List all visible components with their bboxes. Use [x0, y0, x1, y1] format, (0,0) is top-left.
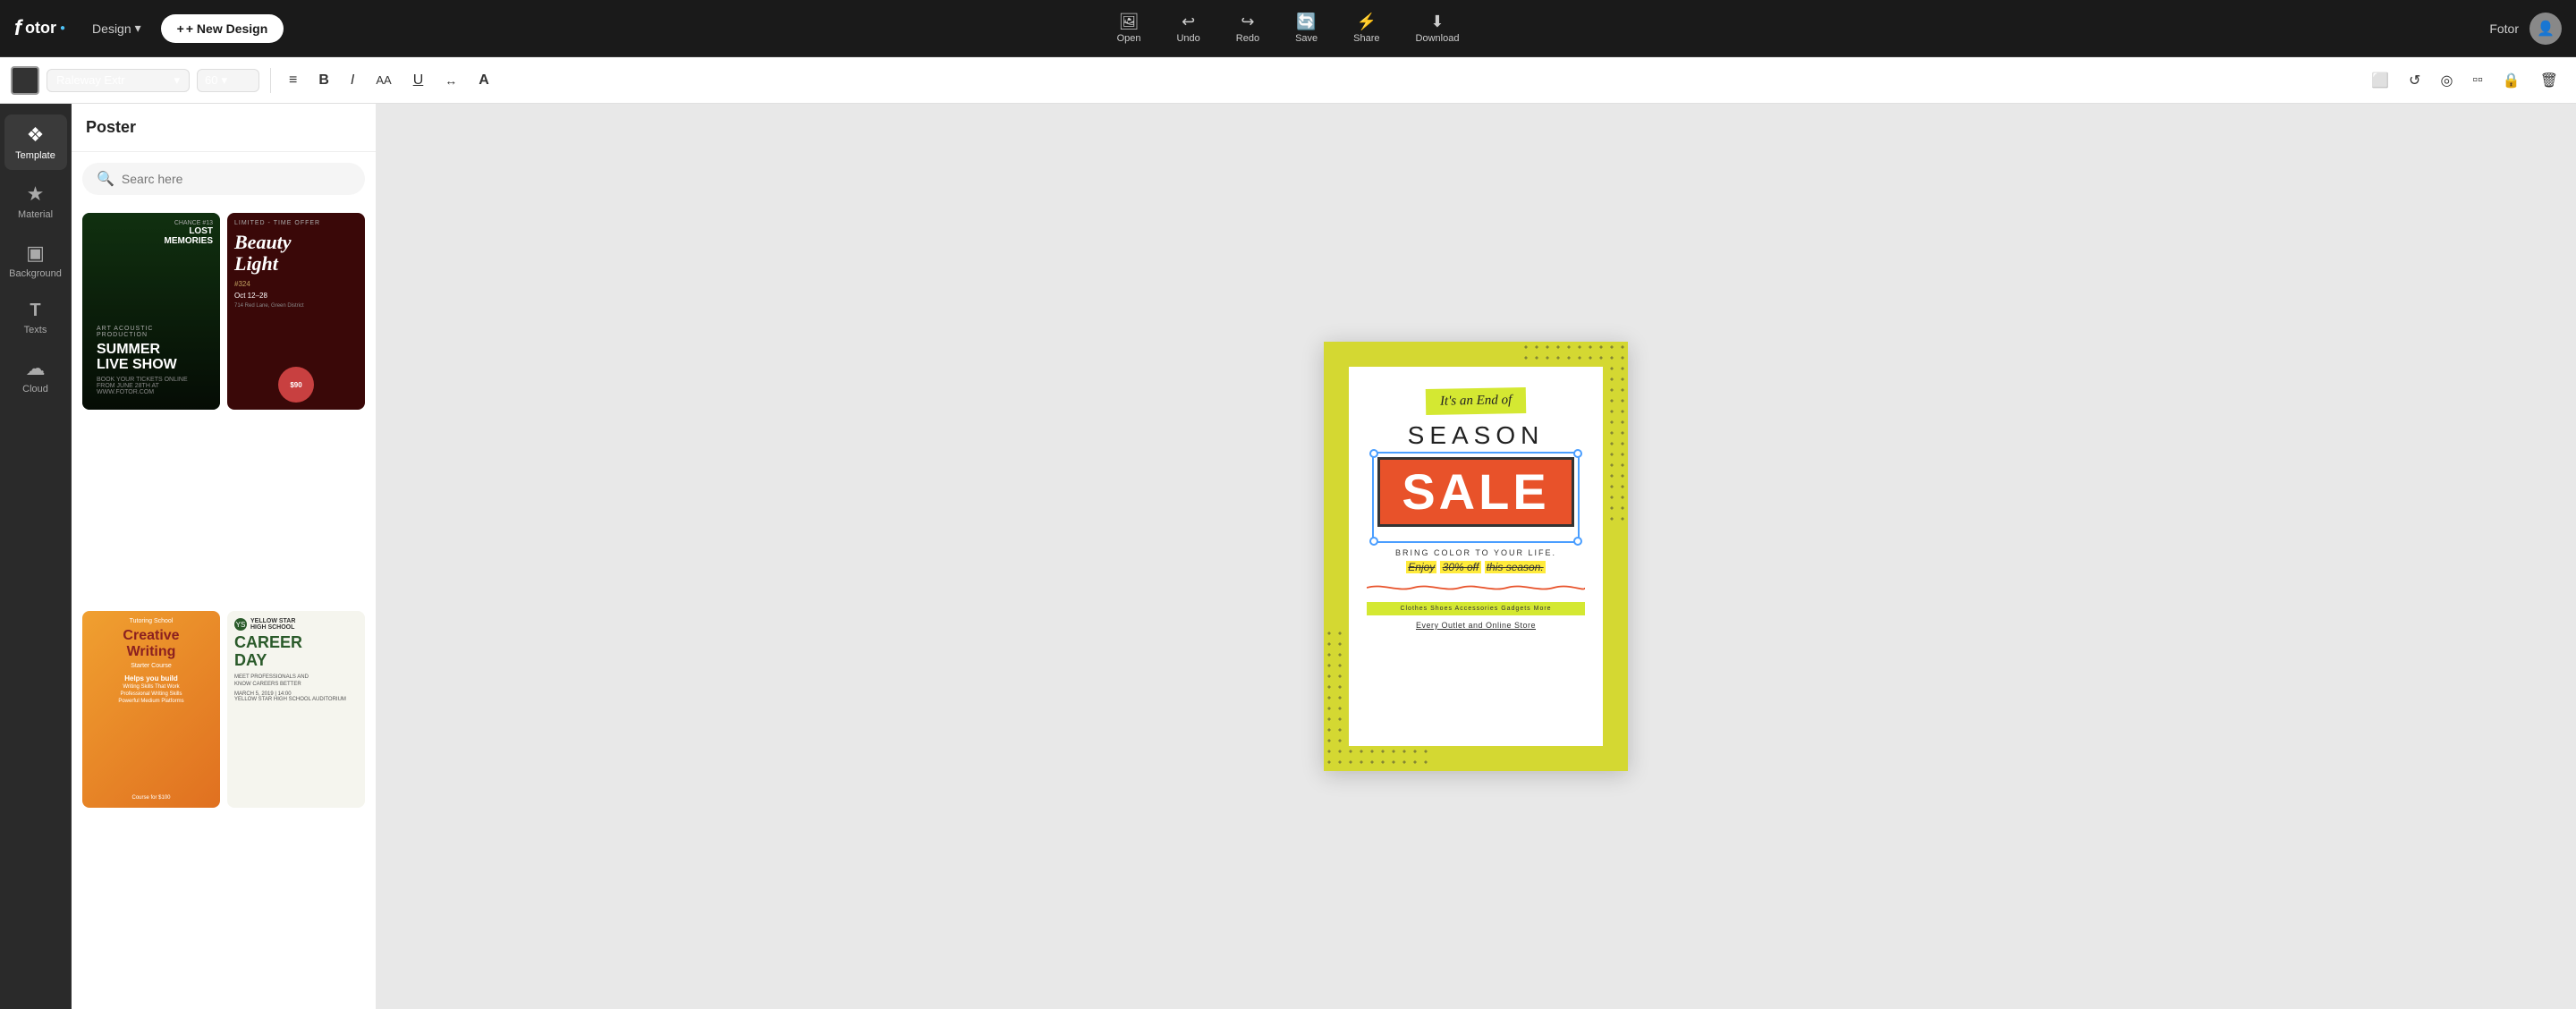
plus-icon: +	[177, 21, 184, 36]
rotate-icon: ↺	[2409, 72, 2420, 89]
handle-br[interactable]	[1573, 537, 1582, 546]
undo-icon: ↩	[1182, 13, 1195, 31]
divider-1	[270, 68, 271, 93]
cloud-icon: ☁	[26, 357, 46, 380]
discount-text: 30% off	[1440, 561, 1482, 573]
sidebar-item-template[interactable]: ❖ Template	[4, 114, 67, 170]
material-icon: ★	[27, 182, 45, 206]
toolbar-right-actions: ⬜ ↺ ◎ ▫▫ 🔒 🗑	[2364, 68, 2565, 93]
lock-button[interactable]: 🔒	[2496, 68, 2528, 93]
main-layout: ❖ Template ★ Material ▣ Background T Tex…	[0, 104, 2576, 1009]
sidebar-item-material[interactable]: ★ Material	[4, 174, 67, 229]
template-item-beauty[interactable]: LIMITED - TIME OFFER BeautyLight #324 Oc…	[227, 213, 365, 410]
save-button[interactable]: 🔄 Save	[1288, 9, 1325, 47]
logo-dot: ●	[60, 23, 65, 33]
nav-right: Fotor 👤	[2489, 13, 2562, 45]
top-nav: f otor ● Design ▾ + + New Design 🖼 Open …	[0, 0, 2576, 57]
crop-button[interactable]: ◎	[2433, 68, 2460, 93]
open-icon: 🖼	[1119, 13, 1140, 31]
new-design-button[interactable]: + + New Design	[161, 14, 284, 43]
rotate-button[interactable]: ↺	[2402, 68, 2428, 93]
redo-icon: ↪	[1241, 13, 1254, 31]
text-align-button[interactable]: ≡	[282, 69, 304, 92]
undo-button[interactable]: ↩ Undo	[1169, 9, 1207, 47]
letter-spacing-button[interactable]: ↔	[437, 70, 464, 91]
every-outlet: Every Outlet and Online Store	[1416, 621, 1536, 630]
sidebar-item-cloud[interactable]: ☁ Cloud	[4, 348, 67, 403]
template-grid: ART ACOUSTIC PRODUCTION SUMMERLIVE SHOW …	[72, 206, 376, 1009]
align-icon: ≡	[289, 72, 297, 89]
font-size-aa-button[interactable]: AA	[369, 70, 398, 90]
chevron-down-icon: ▾	[174, 73, 180, 88]
duplicate-icon: ⬜	[2371, 72, 2389, 89]
poster-canvas: It's an End of SEASON SALE BRING COLOR T…	[1324, 342, 1628, 771]
chevron-down-icon: ▾	[135, 21, 141, 36]
search-box: 🔍	[82, 163, 365, 195]
app-logo[interactable]: f otor ●	[14, 16, 65, 41]
download-button[interactable]: ⬇ Download	[1409, 9, 1467, 47]
font-family-selector[interactable]: Raleway Extr ▾	[47, 69, 190, 92]
open-button[interactable]: 🖼 Open	[1110, 9, 1148, 47]
end-of-season-badge: It's an End of	[1426, 387, 1527, 415]
search-input[interactable]	[122, 172, 351, 186]
lock-icon: 🔒	[2503, 72, 2521, 89]
redo-button[interactable]: ↪ Redo	[1229, 9, 1267, 47]
poster-content: It's an End of SEASON SALE BRING COLOR T…	[1349, 367, 1603, 746]
sidebar-item-texts[interactable]: T Texts	[4, 292, 67, 344]
left-sidebar: ❖ Template ★ Material ▣ Background T Tex…	[0, 104, 72, 1009]
download-icon: ⬇	[1430, 13, 1444, 31]
share-icon: ⚡	[1357, 13, 1377, 31]
left-panel: Poster 🔍 ART ACOUSTIC PRODUCTION SUMMERL…	[72, 104, 376, 1009]
text-toolbar: Raleway Extr ▾ 60 ▾ ≡ B I AA U ↔ A ⬜ ↺ ◎…	[0, 57, 2576, 104]
canvas-area: It's an End of SEASON SALE BRING COLOR T…	[376, 104, 2576, 1009]
trash-icon: 🗑	[2540, 72, 2558, 89]
bottom-bar: Clothes Shoes Accessories Gadgets More	[1367, 602, 1585, 615]
enjoy-text: Enjoy 30% off this season.	[1406, 561, 1545, 573]
panel-header: Poster	[72, 104, 376, 152]
template-item-career[interactable]: YS YELLOW STARHIGH SCHOOL CAREERDAY MEET…	[227, 611, 365, 808]
font-size-selector[interactable]: 60 ▾	[197, 69, 259, 92]
user-name: Fotor	[2489, 21, 2519, 36]
spacing-icon: ↔	[445, 73, 457, 88]
layers-icon: ▫▫	[2472, 72, 2482, 89]
crop-icon: ◎	[2440, 72, 2453, 89]
template-icon: ❖	[27, 123, 45, 147]
text-case-button[interactable]: A	[471, 69, 496, 92]
logo-name: otor	[25, 19, 56, 38]
texts-icon: T	[30, 301, 40, 321]
italic-button[interactable]: I	[343, 69, 361, 92]
template-item-summer[interactable]: ART ACOUSTIC PRODUCTION SUMMERLIVE SHOW …	[82, 213, 220, 410]
avatar[interactable]: 👤	[2529, 13, 2562, 45]
bring-color-text: BRING COLOR TO YOUR LIFE.	[1395, 548, 1556, 557]
delete-button[interactable]: 🗑	[2533, 68, 2565, 93]
handle-tr[interactable]	[1573, 449, 1582, 458]
duplicate-button[interactable]: ⬜	[2364, 68, 2396, 93]
text-color-swatch[interactable]	[11, 66, 39, 95]
layers-button[interactable]: ▫▫	[2465, 69, 2489, 92]
bold-button[interactable]: B	[311, 69, 336, 92]
background-icon: ▣	[26, 242, 45, 265]
share-button[interactable]: ⚡ Share	[1346, 9, 1386, 47]
nav-center-actions: 🖼 Open ↩ Undo ↪ Redo 🔄 Save ⚡ Share ⬇ Do…	[1110, 9, 1467, 47]
season-text: SEASON	[1408, 421, 1545, 450]
design-menu-button[interactable]: Design ▾	[83, 15, 150, 41]
template-item-creative[interactable]: Tutoring School CreativeWriting Starter …	[82, 611, 220, 808]
handle-bl[interactable]	[1369, 537, 1378, 546]
sale-text: SALE	[1402, 463, 1549, 520]
sidebar-item-background[interactable]: ▣ Background	[4, 233, 67, 288]
logo-text: f	[14, 16, 21, 41]
search-icon: 🔍	[97, 170, 114, 188]
save-icon: 🔄	[1296, 13, 1316, 31]
chevron-down-icon: ▾	[221, 73, 227, 88]
sale-box[interactable]: SALE	[1377, 457, 1573, 527]
wavy-line	[1367, 581, 1585, 595]
underline-button[interactable]: U	[406, 69, 431, 92]
